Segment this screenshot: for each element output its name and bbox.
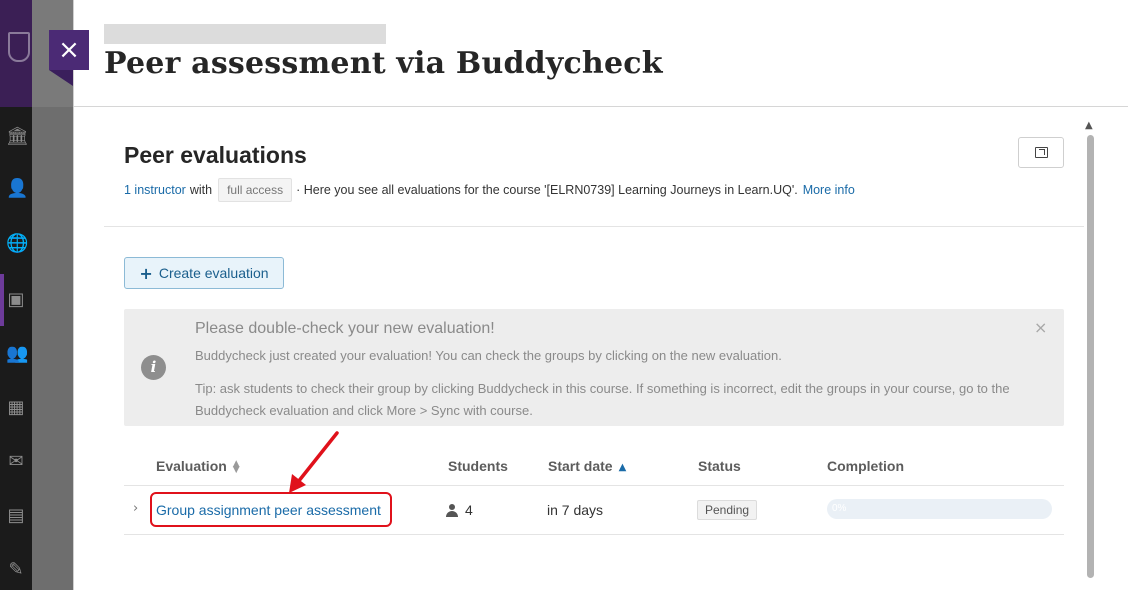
tools-icon[interactable]: ✎ bbox=[6, 560, 26, 580]
notice-message: Buddycheck just created your evaluation!… bbox=[195, 348, 782, 363]
scroll-up-icon[interactable]: ▲ bbox=[1085, 120, 1093, 131]
section-title: Peer evaluations bbox=[124, 142, 307, 168]
notice-title: Please double-check your new evaluation! bbox=[195, 320, 495, 337]
column-students: Students bbox=[448, 458, 508, 474]
chevron-right-icon[interactable]: › bbox=[133, 501, 138, 516]
status-badge: Pending bbox=[697, 500, 758, 520]
create-evaluation-button[interactable]: + Create evaluation bbox=[124, 257, 284, 289]
page-title: Peer assessment via Buddycheck bbox=[104, 46, 663, 81]
column-status: Status bbox=[698, 458, 741, 474]
table-header: Evaluation ▲ ▼ Students Start date ▲ Status… bbox=[124, 458, 1064, 486]
scrollbar-thumb[interactable] bbox=[1087, 135, 1094, 578]
course-description: · Here you see all evaluations for the c… bbox=[296, 183, 798, 197]
lms-backdrop bbox=[32, 107, 75, 590]
column-evaluation-label: Evaluation bbox=[156, 458, 227, 474]
grades-icon[interactable]: ▤ bbox=[6, 506, 26, 526]
messages-icon[interactable]: ✉ bbox=[6, 452, 26, 472]
calendar-icon[interactable]: ▦ bbox=[6, 398, 26, 418]
access-info: 1 instructor with full access · Here you… bbox=[124, 178, 855, 202]
completion-progress: 0% bbox=[827, 499, 1052, 519]
start-date-value: in 7 days bbox=[547, 502, 604, 518]
students-count: 4 bbox=[446, 502, 473, 518]
active-nav-indicator bbox=[0, 274, 4, 326]
courses-icon[interactable]: ▣ bbox=[6, 290, 26, 310]
table-row-divider bbox=[124, 534, 1064, 535]
panel-header: Peer assessment via Buddycheck bbox=[74, 0, 1128, 107]
person-icon bbox=[446, 503, 458, 517]
profile-icon[interactable]: 👤 bbox=[6, 179, 28, 199]
lms-sidebar: 🏛 👤 🌐 ▣ 👥 ▦ ✉ ▤ ✎ bbox=[0, 107, 32, 590]
create-evaluation-label: Create evaluation bbox=[158, 265, 269, 281]
highlight-box bbox=[150, 492, 392, 527]
completion-label: 0% bbox=[832, 503, 847, 514]
groups-icon[interactable]: 👥 bbox=[6, 344, 28, 364]
institution-icon[interactable]: 🏛 bbox=[6, 127, 29, 147]
open-new-window-button[interactable] bbox=[1018, 137, 1064, 168]
plus-icon: + bbox=[139, 263, 153, 283]
with-text: with bbox=[189, 183, 213, 197]
access-badge: full access bbox=[218, 178, 293, 202]
close-button-tab bbox=[49, 70, 73, 86]
info-icon: i bbox=[141, 355, 166, 380]
column-evaluation[interactable]: Evaluation ▲ ▼ bbox=[156, 458, 240, 476]
external-link-icon bbox=[1035, 147, 1048, 158]
buddycheck-panel: Peer assessment via Buddycheck Peer eval… bbox=[73, 0, 1128, 590]
panel-content: Peer evaluations 1 instructor with full … bbox=[104, 108, 1104, 590]
breadcrumb-placeholder bbox=[104, 24, 386, 44]
close-panel-button[interactable]: × bbox=[49, 30, 89, 70]
info-notice: i Please double-check your new evaluatio… bbox=[124, 309, 1064, 426]
column-completion: Completion bbox=[827, 458, 904, 474]
globe-icon[interactable]: 🌐 bbox=[6, 234, 28, 254]
sort-ascending-icon: ▲ bbox=[618, 462, 627, 473]
more-info-link[interactable]: More info bbox=[803, 183, 855, 197]
sort-icon: ▲ ▼ bbox=[232, 459, 240, 476]
close-icon: × bbox=[58, 35, 80, 65]
students-value: 4 bbox=[465, 502, 473, 518]
table-row[interactable]: › Group assignment peer assessment 4 in … bbox=[124, 486, 1064, 534]
close-icon[interactable]: × bbox=[1034, 318, 1047, 337]
scrollbar[interactable]: ▲ bbox=[1084, 120, 1098, 582]
instructor-link[interactable]: 1 instructor bbox=[124, 183, 186, 197]
university-logo bbox=[8, 32, 30, 62]
notice-tip: Tip: ask students to check their group b… bbox=[195, 381, 1010, 418]
column-start-date-label: Start date bbox=[548, 458, 613, 474]
column-start-date[interactable]: Start date ▲ bbox=[548, 458, 626, 474]
section-divider bbox=[104, 226, 1084, 227]
